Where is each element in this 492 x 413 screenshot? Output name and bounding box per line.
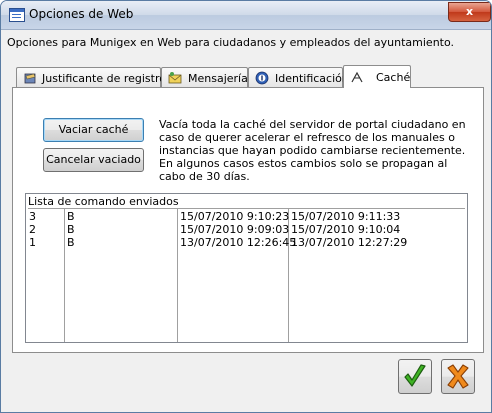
cancel-button[interactable] [441, 359, 475, 394]
command-list-header: Lista de comando enviados [28, 195, 465, 209]
title-bar[interactable]: Opciones de Web x [1, 1, 491, 30]
form-icon [9, 8, 25, 22]
tab-label: Mensajería [188, 72, 248, 85]
table-row[interactable]: 3 B 15/07/2010 9:10:23 15/07/2010 9:11:3… [26, 210, 467, 223]
registry-icon [24, 73, 36, 84]
row-sent: 15/07/2010 9:10:23 [180, 210, 290, 223]
row-done: 15/07/2010 9:11:33 [291, 210, 401, 223]
tab-justificante[interactable]: Justificante de registro [16, 67, 166, 88]
row-id: 1 [29, 236, 36, 249]
tab-identificacion[interactable]: Identificación [248, 67, 349, 88]
checkmark-icon [404, 364, 426, 387]
row-sent: 15/07/2010 9:09:03 [180, 223, 290, 236]
close-button[interactable]: x [448, 2, 491, 22]
row-type: B [67, 223, 75, 236]
tab-label: Caché [376, 71, 411, 84]
tab-label: Identificación [275, 72, 349, 85]
identification-icon [255, 71, 269, 85]
row-id: 2 [29, 223, 36, 236]
row-done: 13/07/2010 12:27:29 [291, 236, 408, 249]
row-id: 3 [29, 210, 36, 223]
row-type: B [67, 210, 75, 223]
dialog-description: Opciones para Munigex en Web para ciudad… [7, 36, 455, 49]
table-row[interactable]: 1 B 13/07/2010 12:26:45 13/07/2010 12:27… [26, 236, 467, 249]
row-done: 15/07/2010 9:10:04 [291, 223, 401, 236]
options-window: Opciones de Web x Opciones para Munigex … [0, 0, 492, 413]
cache-tab-panel: Vaciar caché Cancelar vaciado Vacía toda… [12, 87, 484, 353]
row-type: B [67, 236, 75, 249]
cancel-clear-button[interactable]: Cancelar vaciado [43, 148, 144, 172]
cache-description: Vacía toda la caché del servidor de port… [159, 118, 466, 183]
messaging-icon [168, 72, 182, 84]
close-icon: x [465, 5, 474, 18]
ok-button[interactable] [398, 359, 432, 394]
tab-mensajeria[interactable]: Mensajería [161, 67, 248, 88]
row-sent: 13/07/2010 12:26:45 [180, 236, 297, 249]
tab-label: Justificante de registro [42, 72, 166, 85]
tab-cache[interactable]: Caché [343, 65, 411, 88]
cache-icon [351, 71, 363, 83]
table-row[interactable]: 2 B 15/07/2010 9:09:03 15/07/2010 9:10:0… [26, 223, 467, 236]
command-list[interactable]: Lista de comando enviados 3 B 15/07/2010… [25, 193, 468, 343]
clear-cache-button[interactable]: Vaciar caché [43, 118, 144, 142]
window-title: Opciones de Web [29, 7, 134, 21]
cancel-icon [447, 364, 469, 389]
